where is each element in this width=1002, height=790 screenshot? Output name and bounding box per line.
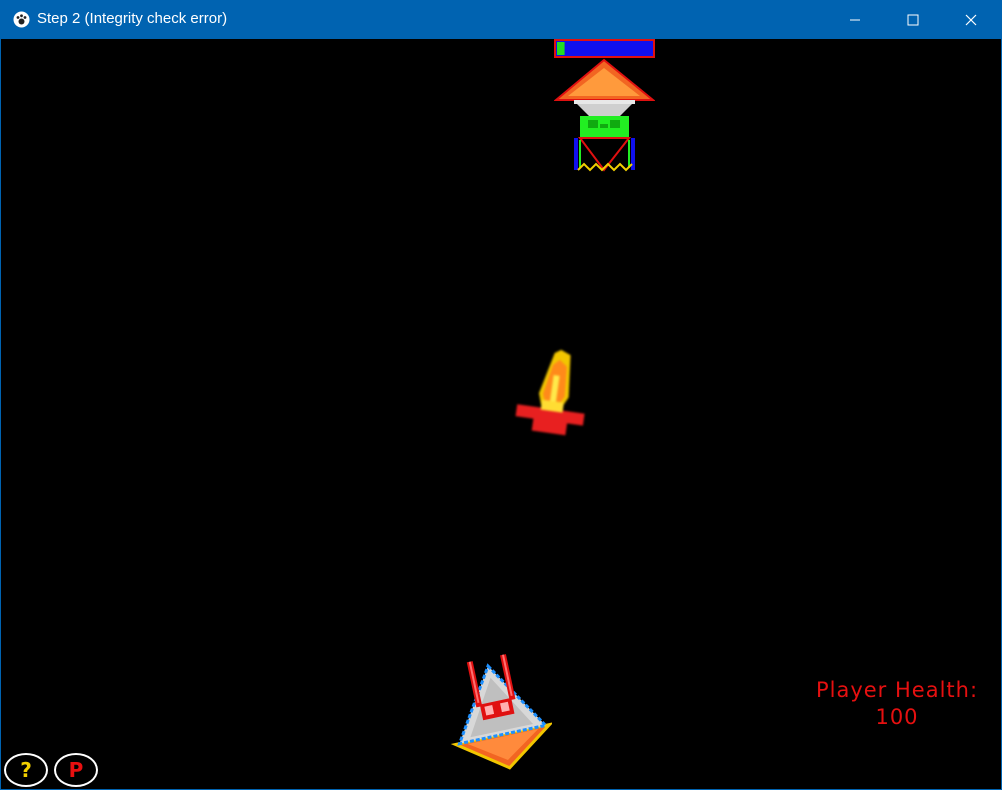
close-button[interactable]	[942, 1, 1000, 39]
enemy-ship	[554, 58, 655, 172]
minimize-button[interactable]	[826, 1, 884, 39]
help-button-label: ?	[20, 758, 32, 782]
enemy-projectile	[515, 349, 585, 436]
game-playfield[interactable]: Player Health: 100 ? P	[1, 39, 1001, 789]
maximize-button[interactable]	[884, 1, 942, 39]
boss-health-bar	[554, 39, 655, 58]
maximize-icon	[907, 14, 919, 26]
pause-button[interactable]: P	[54, 753, 98, 787]
player-health-value: 100	[875, 705, 919, 729]
player-health-display: Player Health: 100	[799, 677, 995, 731]
minimize-icon	[850, 19, 860, 21]
game-window: Step 2 (Integrity check error) Player He…	[0, 0, 1002, 790]
paw-icon	[13, 11, 30, 28]
window-title: Step 2 (Integrity check error)	[37, 10, 228, 27]
close-icon	[965, 14, 977, 26]
help-button[interactable]: ?	[4, 753, 48, 787]
pause-button-label: P	[68, 758, 84, 782]
title-bar[interactable]: Step 2 (Integrity check error)	[1, 1, 1001, 39]
player-health-label: Player Health:	[815, 678, 979, 702]
player-ship	[450, 654, 552, 770]
boss-health-fill	[557, 42, 565, 55]
